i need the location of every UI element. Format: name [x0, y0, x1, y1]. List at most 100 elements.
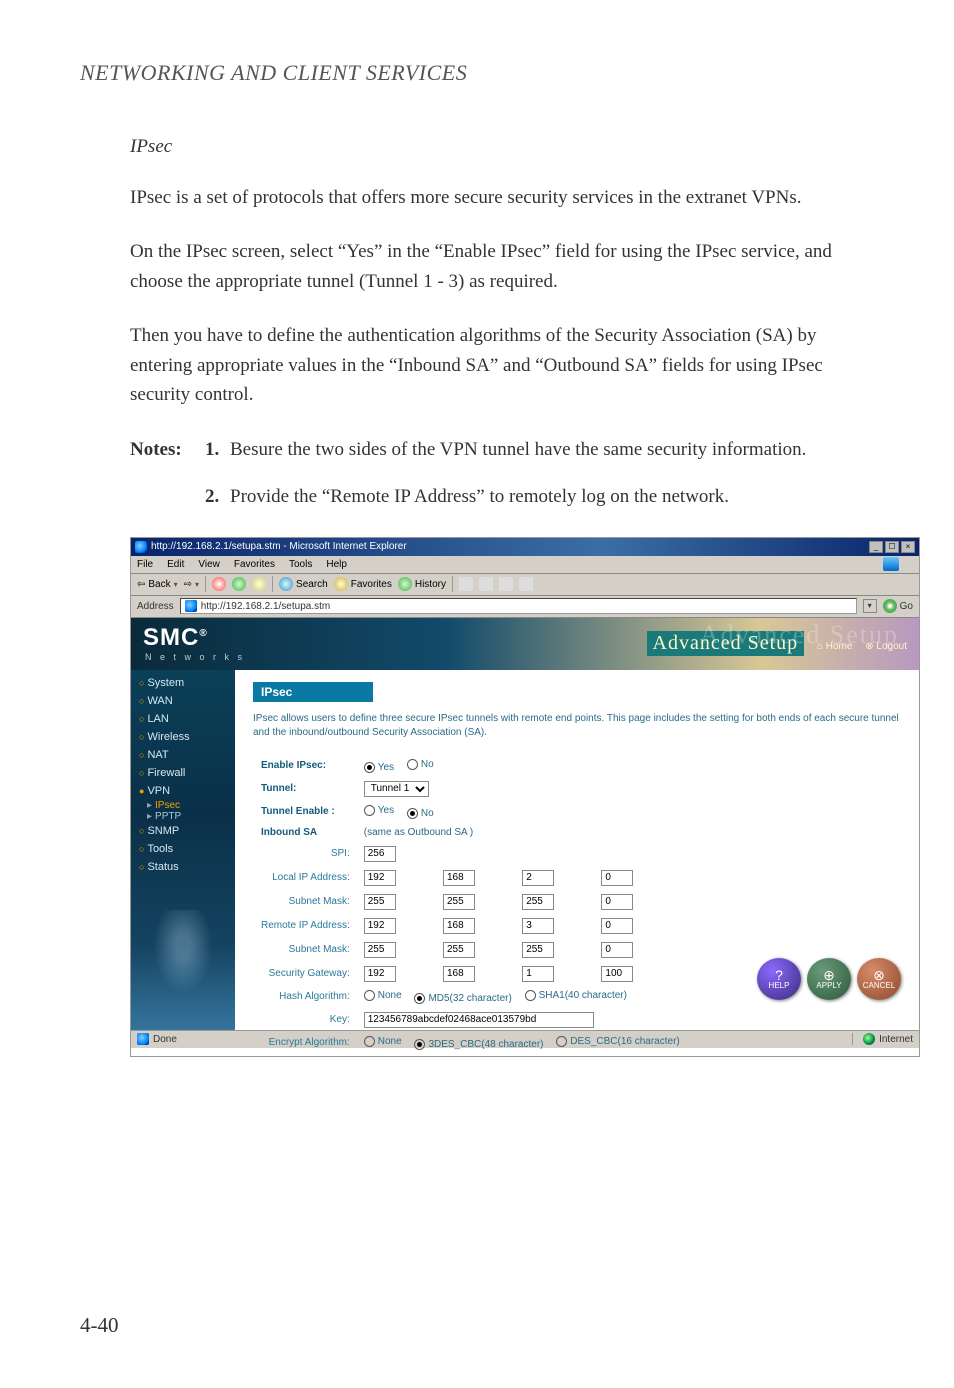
local-ip-4[interactable]: [601, 870, 633, 886]
remote-ip-3[interactable]: [522, 918, 554, 934]
refresh-icon[interactable]: [232, 577, 246, 591]
go-button[interactable]: Go: [883, 599, 913, 613]
paragraph-1: IPsec is a set of protocols that offers …: [130, 183, 874, 212]
menu-file[interactable]: File: [137, 559, 153, 570]
remote-ip-1[interactable]: [364, 918, 396, 934]
print-icon[interactable]: [479, 577, 493, 591]
remote-ip-4[interactable]: [601, 918, 633, 934]
menu-help[interactable]: Help: [326, 559, 347, 570]
back-button[interactable]: ⇦ Back ▾: [137, 579, 178, 590]
discuss-icon[interactable]: [519, 577, 533, 591]
browser-window: http://192.168.2.1/setupa.stm - Microsof…: [130, 537, 920, 1057]
note-1-number: 1.: [205, 435, 230, 464]
sidebar-item-firewall[interactable]: ○Firewall: [131, 764, 235, 782]
gw-4[interactable]: [601, 966, 633, 982]
router-banner: SMC® N e t w o r k s Advanced Setup Adva…: [131, 618, 919, 670]
enc-3des[interactable]: 3DES_CBC(48 character): [414, 1039, 543, 1050]
content-description: IPsec allows users to define three secur…: [253, 712, 901, 740]
address-bar: Address http://192.168.2.1/setupa.stm ▾ …: [131, 596, 919, 618]
remote-ip-label: Remote IP Address:: [255, 915, 356, 937]
sm1-4[interactable]: [601, 894, 633, 910]
local-ip-2[interactable]: [443, 870, 475, 886]
enable-yes-radio[interactable]: Yes: [364, 762, 394, 773]
apply-button[interactable]: ⊕APPLY: [807, 958, 851, 1000]
sidebar-item-status[interactable]: ○Status: [131, 858, 235, 876]
hash-md5[interactable]: MD5(32 character): [414, 993, 511, 1004]
menu-bar: File Edit View Favorites Tools Help: [131, 556, 919, 574]
mail-icon[interactable]: [459, 577, 473, 591]
help-button[interactable]: ?HELP: [757, 958, 801, 1000]
maximize-button[interactable]: ☐: [885, 541, 899, 553]
sidebar: ○System ○WAN ○LAN ○Wireless ○NAT ○Firewa…: [131, 670, 235, 1030]
inbound-sa-note: (same as Outbound SA ): [358, 824, 696, 841]
sidebar-item-tools[interactable]: ○Tools: [131, 840, 235, 858]
toolbar: ⇦ Back ▾ ⇨ ▾ Search Favorites History: [131, 574, 919, 596]
address-label: Address: [137, 601, 174, 612]
sidebar-item-pptp[interactable]: ▸PPTP: [131, 811, 235, 822]
sm2-1[interactable]: [364, 942, 396, 958]
key1-label: Key:: [255, 1009, 356, 1031]
sidebar-item-ipsec[interactable]: ▸IPsec: [131, 800, 235, 811]
ie-icon: [135, 541, 147, 553]
remote-ip-2[interactable]: [443, 918, 475, 934]
favorites-button[interactable]: Favorites: [334, 577, 392, 591]
spi-label: SPI:: [255, 843, 356, 865]
menu-view[interactable]: View: [198, 559, 220, 570]
enc-des[interactable]: DES_CBC(16 character): [556, 1036, 679, 1047]
stop-icon[interactable]: [212, 577, 226, 591]
notes-block: Notes: 1. Besure the two sides of the VP…: [130, 435, 884, 512]
local-ip-3[interactable]: [522, 870, 554, 886]
content-heading: IPsec: [253, 682, 373, 702]
gw-1[interactable]: [364, 966, 396, 982]
status-right: Internet: [879, 1034, 913, 1045]
close-button[interactable]: ×: [901, 541, 915, 553]
forward-button[interactable]: ⇨ ▾: [184, 579, 199, 590]
tunnel-enable-yes[interactable]: Yes: [364, 805, 394, 816]
history-button[interactable]: History: [398, 577, 446, 591]
local-ip-1[interactable]: [364, 870, 396, 886]
tunnel-select[interactable]: Tunnel 1: [364, 781, 429, 797]
sm1-3[interactable]: [522, 894, 554, 910]
local-ip-label: Local IP Address:: [255, 867, 356, 889]
sm2-3[interactable]: [522, 942, 554, 958]
hash-none[interactable]: None: [364, 990, 402, 1001]
key1-input[interactable]: [364, 1012, 594, 1028]
msn-icon[interactable]: [883, 557, 899, 571]
minimize-button[interactable]: _: [869, 541, 883, 553]
title-bar: http://192.168.2.1/setupa.stm - Microsof…: [131, 538, 919, 556]
smc-networks: N e t w o r k s: [145, 652, 245, 662]
sm2-4[interactable]: [601, 942, 633, 958]
section-title: IPsec: [130, 136, 884, 158]
sidebar-item-wan[interactable]: ○WAN: [131, 692, 235, 710]
sm2-2[interactable]: [443, 942, 475, 958]
enc-none[interactable]: None: [364, 1036, 402, 1047]
search-button[interactable]: Search: [279, 577, 328, 591]
edit-icon[interactable]: [499, 577, 513, 591]
inbound-sa-label: Inbound SA: [255, 824, 356, 841]
gw-2[interactable]: [443, 966, 475, 982]
enable-no-radio[interactable]: No: [407, 759, 434, 770]
address-dropdown[interactable]: ▾: [863, 599, 877, 613]
sidebar-item-snmp[interactable]: ○SNMP: [131, 822, 235, 840]
cancel-button[interactable]: ⊗CANCEL: [857, 958, 901, 1000]
hash-sha1[interactable]: SHA1(40 character): [525, 990, 627, 1001]
sidebar-item-vpn[interactable]: ●VPN: [131, 782, 235, 800]
address-input[interactable]: http://192.168.2.1/setupa.stm: [180, 598, 857, 614]
note-2-number: 2.: [205, 482, 230, 511]
content-panel: IPsec IPsec allows users to define three…: [235, 670, 919, 1030]
menu-favorites[interactable]: Favorites: [234, 559, 275, 570]
sidebar-item-nat[interactable]: ○NAT: [131, 746, 235, 764]
sidebar-item-lan[interactable]: ○LAN: [131, 710, 235, 728]
gw-3[interactable]: [522, 966, 554, 982]
home-icon[interactable]: [252, 577, 266, 591]
spi-input[interactable]: [364, 846, 396, 862]
sidebar-item-system[interactable]: ○System: [131, 674, 235, 692]
sm1-1[interactable]: [364, 894, 396, 910]
internet-zone-icon: [863, 1033, 875, 1045]
tunnel-enable-no[interactable]: No: [407, 808, 434, 819]
sidebar-item-wireless[interactable]: ○Wireless: [131, 728, 235, 746]
sm1-2[interactable]: [443, 894, 475, 910]
menu-edit[interactable]: Edit: [167, 559, 184, 570]
menu-tools[interactable]: Tools: [289, 559, 312, 570]
note-1-text: Besure the two sides of the VPN tunnel h…: [230, 435, 884, 464]
